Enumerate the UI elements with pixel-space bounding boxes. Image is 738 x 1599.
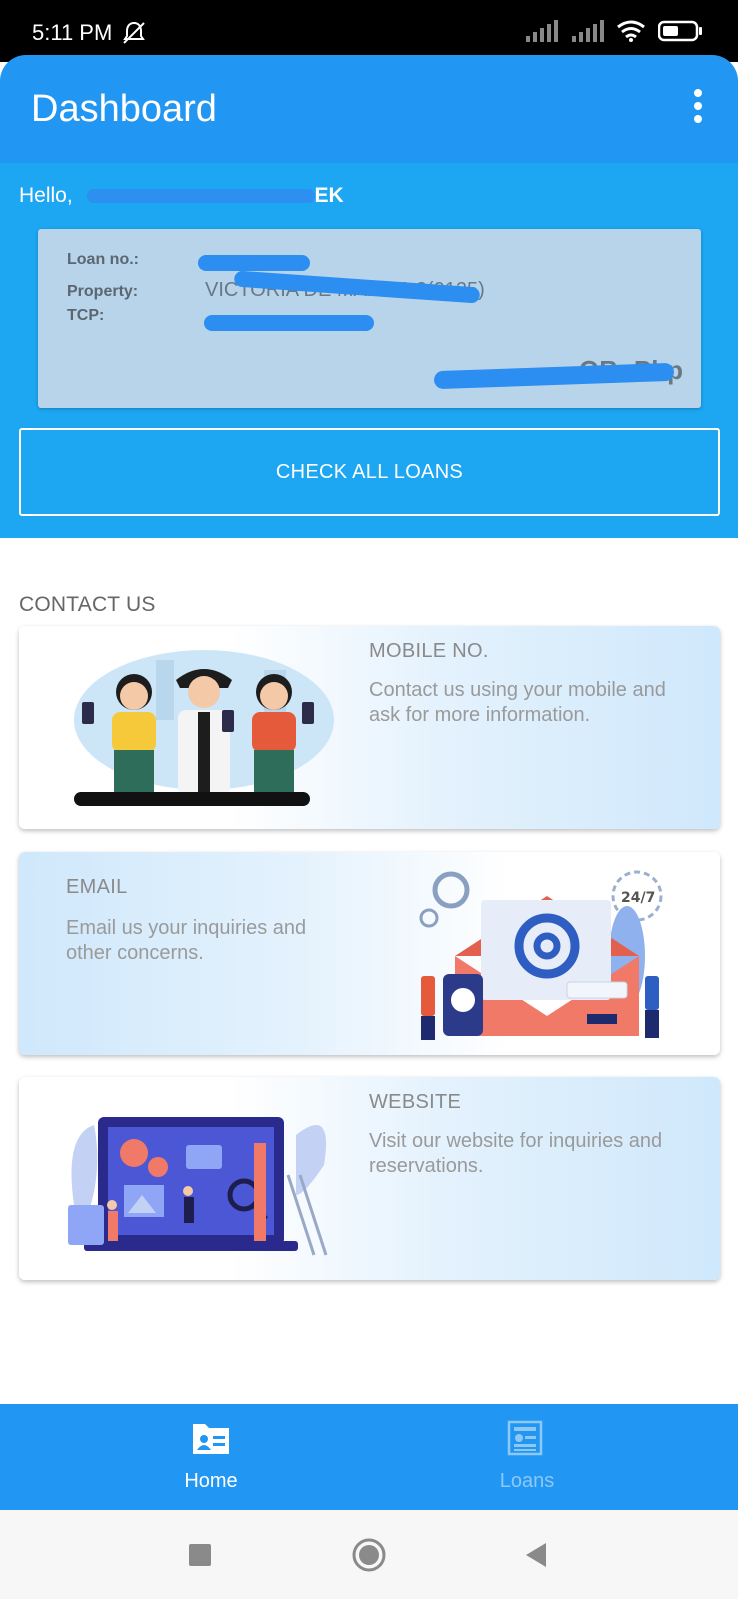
nav-item-home[interactable]: Home (111, 1404, 311, 1510)
status-icons (524, 20, 704, 42)
contact-card-website[interactable]: WEBSITE Visit our website for inquiries … (19, 1077, 720, 1280)
check-all-loans-button[interactable]: CHECK ALL LOANS (19, 428, 720, 516)
more-vert-icon[interactable] (694, 89, 704, 123)
system-nav-bar (0, 1510, 738, 1599)
email-badge-text: 24/7 (621, 890, 655, 906)
website-illustration (68, 1117, 328, 1256)
greeting-name-suffix: EK (314, 184, 344, 207)
greeting: Hello, EK (19, 184, 344, 208)
tcp-label: TCP: (67, 307, 105, 324)
status-bar: 5:11 PM (0, 0, 738, 62)
card-description: Contact us using your mobile and ask for… (369, 679, 666, 726)
wifi-icon (617, 20, 645, 42)
card-title: MOBILE NO. (369, 640, 489, 662)
notifications-off-icon (123, 21, 145, 44)
loan-no-row: Loan no.: (67, 251, 205, 269)
app-bar: Dashboard (0, 55, 738, 163)
card-description: Visit our website for inquiries and rese… (369, 1130, 663, 1177)
redacted-tcp (204, 315, 374, 331)
page-title: Dashboard (31, 88, 217, 130)
contact-card-mobile[interactable]: MOBILE NO. Contact us using your mobile … (19, 626, 720, 829)
redacted-loan-no (198, 255, 310, 271)
signal-icon-2 (572, 20, 604, 42)
greeting-prefix: Hello, (19, 184, 73, 207)
battery-icon (658, 20, 702, 42)
redacted-name (86, 189, 315, 204)
nav-item-loans[interactable]: Loans (427, 1404, 627, 1510)
loan-card[interactable]: Loan no.: Property:VICTORIA DE MANILA 2(… (38, 229, 701, 408)
recents-icon[interactable] (188, 1543, 212, 1567)
nav-label-home: Home (184, 1470, 238, 1492)
email-illustration: 24/7 (419, 870, 663, 1040)
tcp-row: TCP: (67, 307, 205, 325)
header-section: Hello, EK Loan no.: Property:VICTORIA DE… (0, 163, 738, 538)
card-description: Email us your inquiries and other concer… (66, 917, 307, 964)
mobile-illustration (74, 650, 334, 806)
back-icon[interactable] (524, 1542, 548, 1568)
property-label: Property: (67, 283, 139, 300)
home-card-icon (193, 1424, 229, 1454)
contact-us-title: CONTACT US (19, 593, 156, 616)
loan-no-label: Loan no.: (67, 251, 139, 268)
nav-label-loans: Loans (499, 1470, 555, 1492)
contact-card-email[interactable]: EMAIL Email us your inquiries and other … (19, 852, 720, 1055)
loans-document-icon (507, 1420, 543, 1456)
home-circle-icon[interactable] (352, 1538, 386, 1572)
bottom-nav: Home Loans (0, 1404, 738, 1510)
card-title: WEBSITE (369, 1091, 462, 1113)
status-time: 5:11 PM (32, 20, 113, 45)
signal-icon (526, 20, 558, 42)
card-title: EMAIL (66, 876, 128, 898)
